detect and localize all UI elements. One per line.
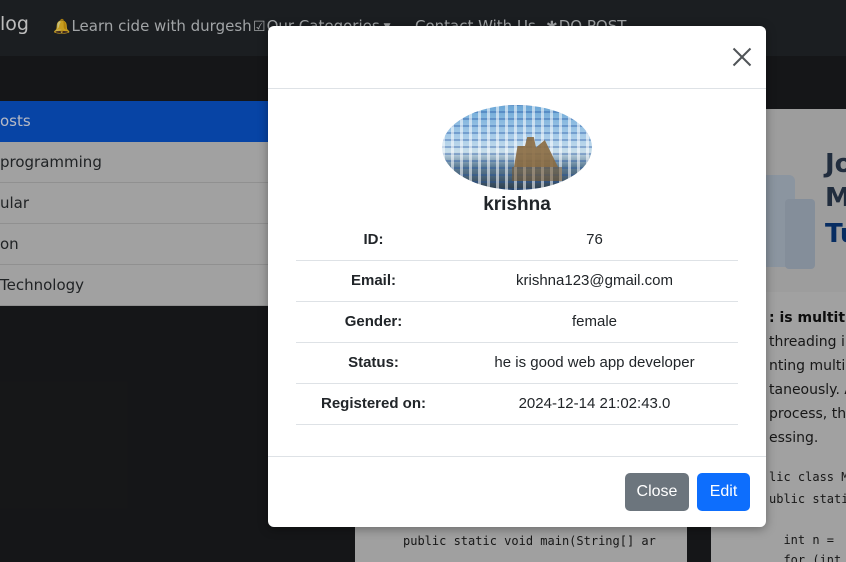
row-value: 2024-12-14 21:02:43.0 — [451, 383, 738, 425]
avatar — [442, 105, 592, 190]
profile-username: krishna — [483, 194, 551, 215]
profile-details-table: ID: 76 Email: krishna123@gmail.com Gende… — [296, 219, 738, 425]
modal-header — [268, 26, 766, 89]
row-label: Email: — [296, 260, 451, 302]
row-value: 76 — [451, 219, 738, 261]
close-button[interactable]: Close — [625, 473, 689, 511]
row-value: female — [451, 301, 738, 343]
row-value: he is good web app developer — [451, 342, 738, 384]
row-label: ID: — [296, 219, 451, 261]
close-icon[interactable] — [729, 44, 755, 70]
table-row: Gender: female — [296, 301, 738, 343]
table-row: Email: krishna123@gmail.com — [296, 260, 738, 302]
row-label: Registered on: — [296, 383, 451, 425]
profile-modal: krishna ID: 76 Email: krishna123@gmail.c… — [268, 26, 766, 527]
edit-button[interactable]: Edit — [697, 473, 750, 511]
row-label: Status: — [296, 342, 451, 384]
row-label: Gender: — [296, 301, 451, 343]
table-row: Registered on: 2024-12-14 21:02:43.0 — [296, 383, 738, 425]
table-row: Status: he is good web app developer — [296, 342, 738, 384]
row-value: krishna123@gmail.com — [451, 260, 738, 302]
table-row: ID: 76 — [296, 219, 738, 261]
modal-footer: Close Edit — [268, 456, 766, 527]
